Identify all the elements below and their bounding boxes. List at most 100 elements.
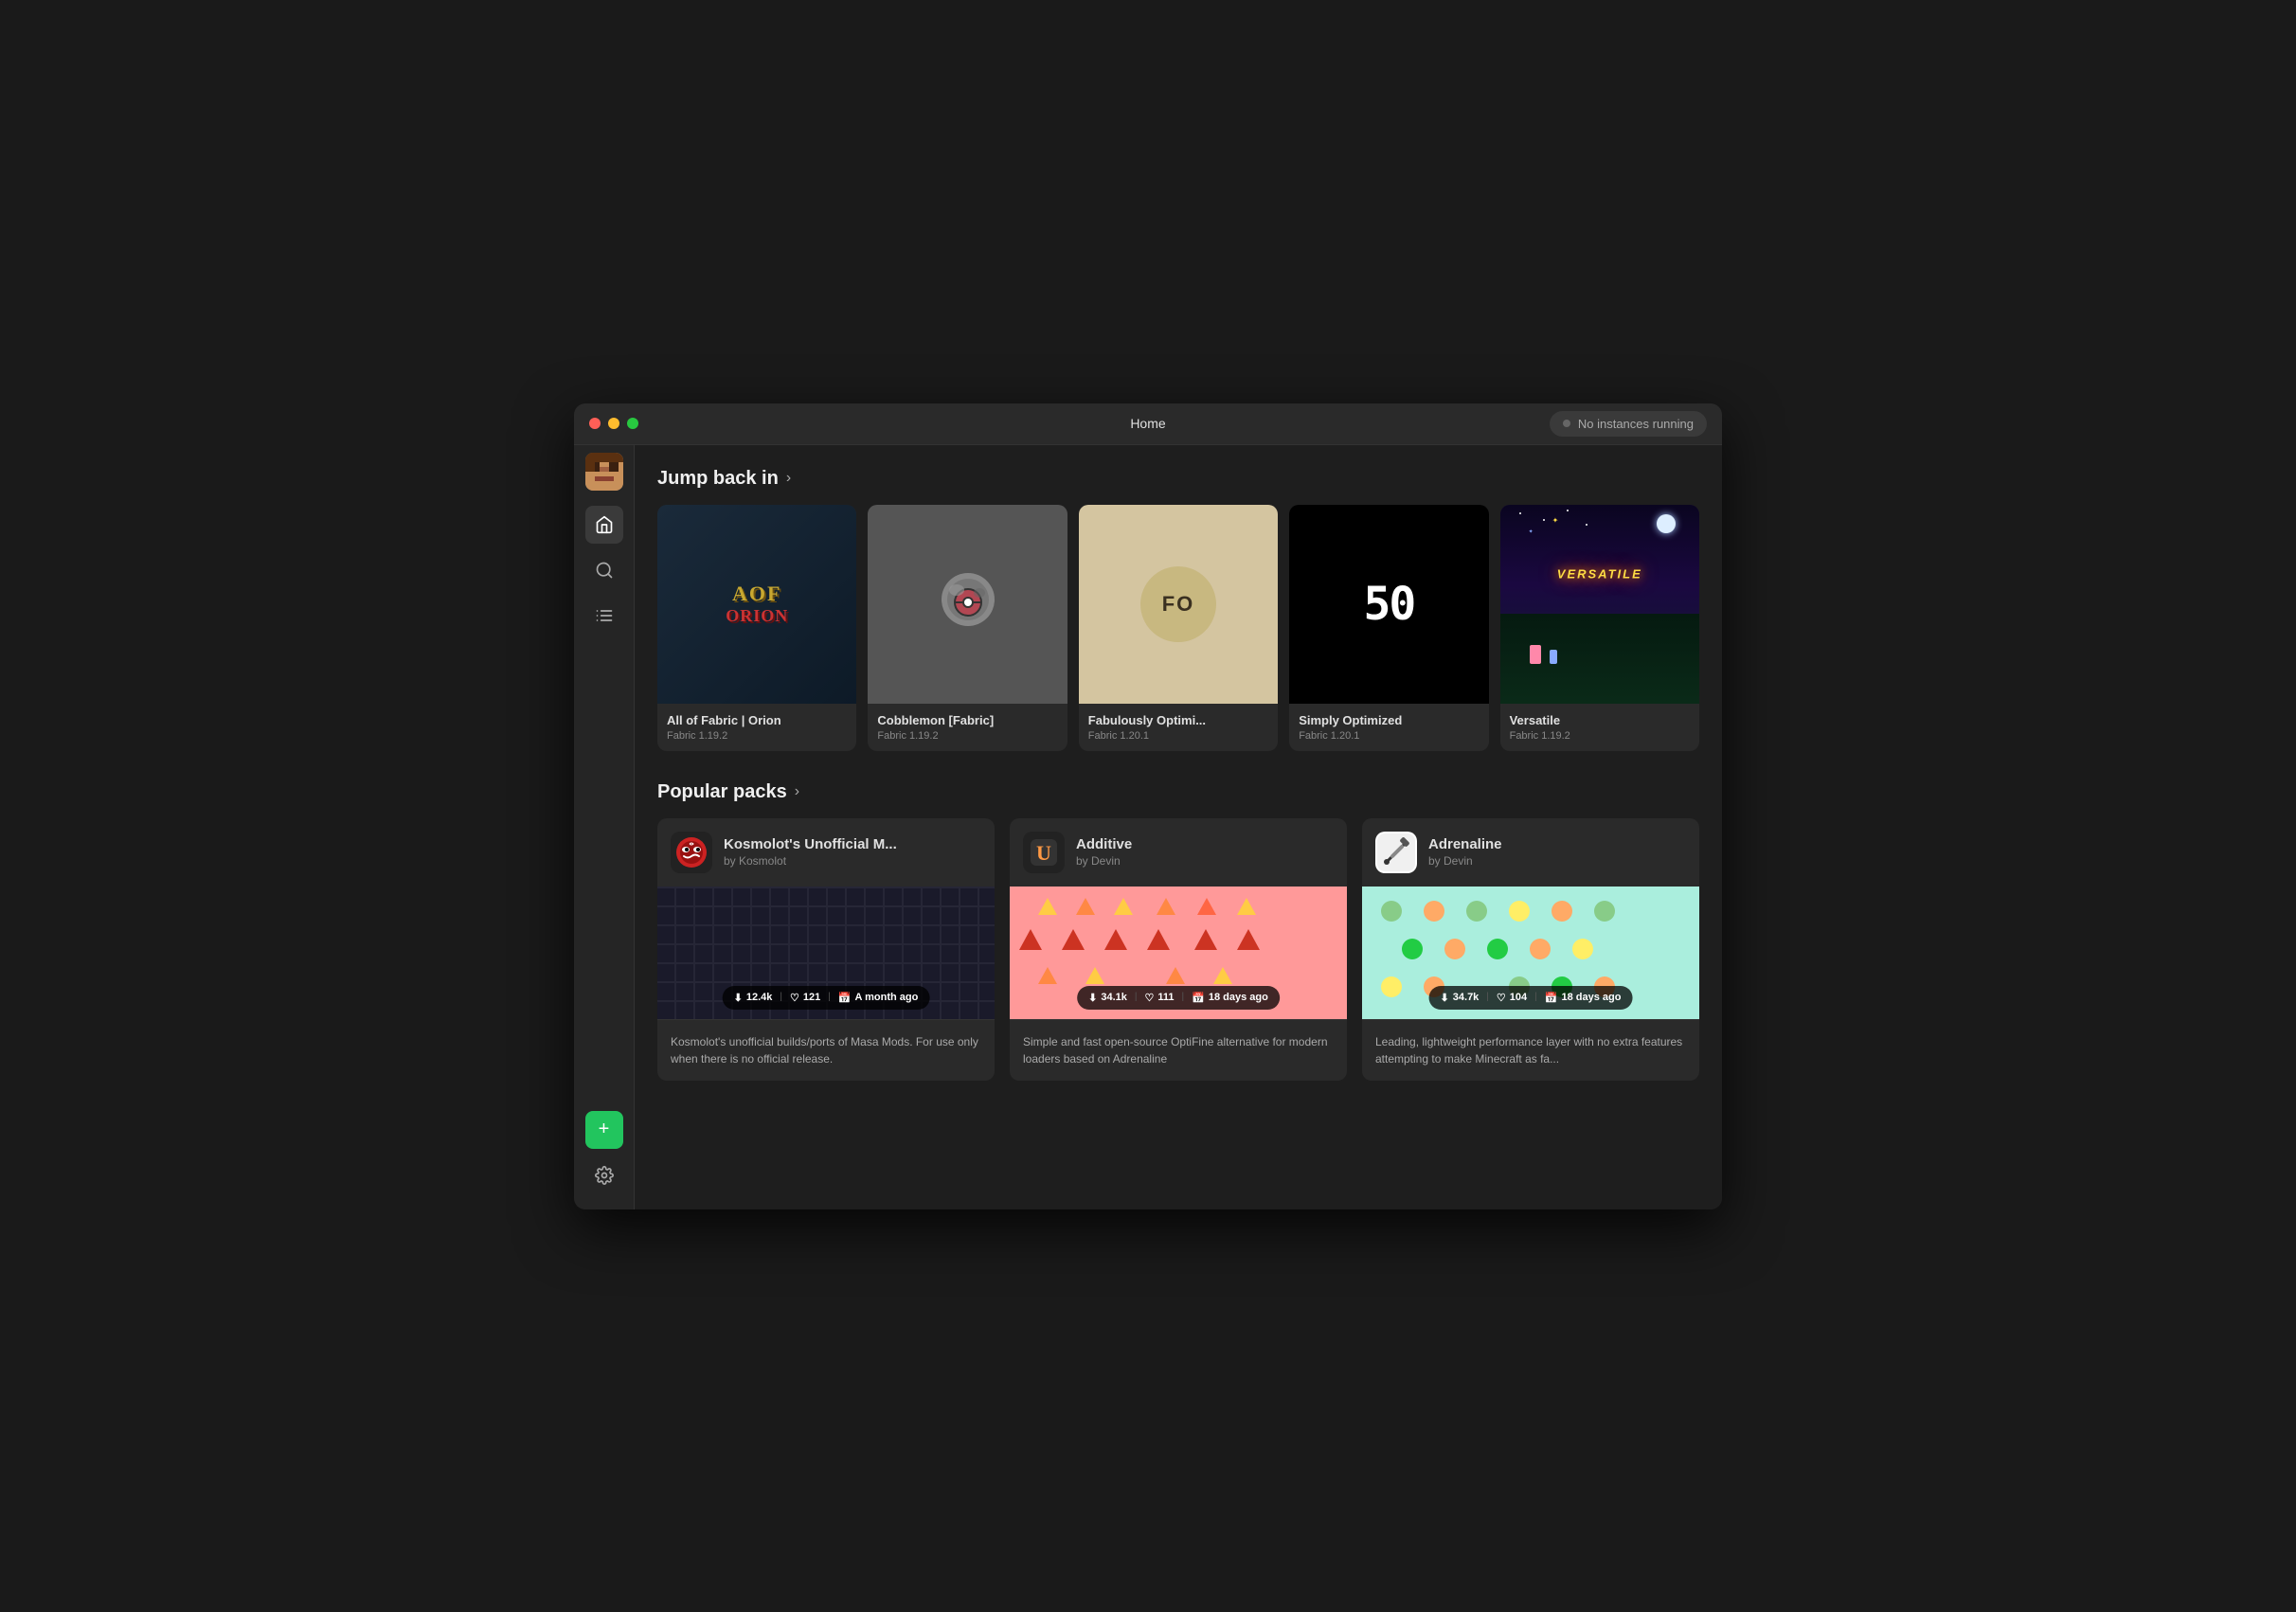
sidebar-nav [585, 506, 623, 1111]
minimize-button[interactable] [608, 418, 619, 429]
instances-dot [1563, 420, 1570, 427]
pack-version-so: Fabric 1.20.1 [1299, 730, 1479, 742]
pack-name-fo: Fabulously Optimi... [1088, 713, 1268, 727]
download-icon: ⬇ [1088, 992, 1097, 1004]
kosmolot-age: 📅 A month ago [838, 992, 919, 1004]
pack-version-fo: Fabric 1.20.1 [1088, 730, 1268, 742]
adrenaline-header: Adrenaline by Devin [1362, 818, 1699, 887]
fo-circle: FO [1140, 566, 1216, 642]
popular-packs-title: Popular packs [657, 781, 787, 803]
pack-card-so[interactable]: 50 Simply Optimized Fabric 1.20.1 [1289, 505, 1488, 751]
sidebar-item-home[interactable] [585, 506, 623, 544]
popular-packs-grid: Kosmolot's Unofficial M... by Kosmolot ⬇… [657, 818, 1699, 1081]
kosmolot-name: Kosmolot's Unofficial M... [724, 836, 897, 852]
aof-text-bot: ORION [726, 606, 788, 626]
pack-thumb-fo: FO [1079, 505, 1278, 704]
kosmolot-header: Kosmolot's Unofficial M... by Kosmolot [657, 818, 995, 887]
jump-back-arrow[interactable]: › [786, 470, 791, 487]
titlebar: Home No instances running [574, 403, 1722, 445]
kosmolot-stats: ⬇ 12.4k | ♡ 121 | 📅 A month ago [723, 986, 930, 1010]
sidebar: + [574, 445, 635, 1209]
kosmolot-author: by Kosmolot [724, 854, 897, 868]
pack-card-cobblemon[interactable]: Cobblemon [Fabric] Fabric 1.19.2 [868, 505, 1067, 751]
sidebar-item-search[interactable] [585, 551, 623, 589]
popular-packs-arrow[interactable]: › [795, 783, 799, 800]
add-button[interactable]: + [585, 1111, 623, 1149]
kosmolot-desc: Kosmolot's unofficial builds/ports of Ma… [657, 1019, 995, 1081]
additive-stats: ⬇ 34.1k | ♡ 111 | 📅 18 days ago [1077, 986, 1280, 1010]
pack-version-aof: Fabric 1.19.2 [667, 730, 847, 742]
additive-thumb: ⬇ 34.1k | ♡ 111 | 📅 18 days ago [1010, 887, 1347, 1019]
kosmolot-info: Kosmolot's Unofficial M... by Kosmolot [724, 836, 897, 868]
svg-text:U: U [1036, 841, 1051, 865]
jump-back-header: Jump back in › [657, 468, 1699, 490]
adrenaline-desc: Leading, lightweight performance layer w… [1362, 1019, 1699, 1081]
main-content: Jump back in › AOF ORION All of Fabric |… [635, 445, 1722, 1209]
kosmolot-likes: ♡ 121 [790, 992, 820, 1004]
adrenaline-likes: ♡ 104 [1497, 992, 1527, 1004]
jump-back-grid: AOF ORION All of Fabric | Orion Fabric 1… [657, 505, 1699, 751]
popular-card-adrenaline[interactable]: Adrenaline by Devin [1362, 818, 1699, 1081]
calendar-icon: 📅 [1192, 992, 1205, 1004]
pack-info-so: Simply Optimized Fabric 1.20.1 [1289, 704, 1488, 751]
maximize-button[interactable] [627, 418, 638, 429]
pack-version-cobblemon: Fabric 1.19.2 [877, 730, 1057, 742]
additive-icon: U [1023, 832, 1065, 873]
additive-age: 📅 18 days ago [1192, 992, 1268, 1004]
pack-info-cobblemon: Cobblemon [Fabric] Fabric 1.19.2 [868, 704, 1067, 751]
additive-name: Additive [1076, 836, 1132, 852]
popular-card-kosmolot[interactable]: Kosmolot's Unofficial M... by Kosmolot ⬇… [657, 818, 995, 1081]
additive-header: U Additive by Devin [1010, 818, 1347, 887]
heart-icon: ♡ [1145, 992, 1155, 1004]
kosmolot-downloads: ⬇ 12.4k [734, 992, 773, 1004]
window-title: Home [1130, 416, 1165, 431]
pack-thumb-so: 50 [1289, 505, 1488, 704]
pack-version-versatile: Fabric 1.19.2 [1510, 730, 1690, 742]
traffic-lights [589, 418, 638, 429]
pack-info-fo: Fabulously Optimi... Fabric 1.20.1 [1079, 704, 1278, 751]
popular-packs-header: Popular packs › [657, 781, 1699, 803]
add-icon: + [599, 1119, 610, 1140]
app-window: Home No instances running [574, 403, 1722, 1209]
adrenaline-stats: ⬇ 34.7k | ♡ 104 | 📅 18 days ago [1429, 986, 1633, 1010]
calendar-icon: 📅 [838, 992, 852, 1004]
additive-likes: ♡ 111 [1145, 992, 1175, 1004]
pack-card-fo[interactable]: FO Fabulously Optimi... Fabric 1.20.1 [1079, 505, 1278, 751]
pack-name-versatile: Versatile [1510, 713, 1690, 727]
close-button[interactable] [589, 418, 601, 429]
pack-thumb-versatile: VERSATILE ✦ ✦ [1500, 505, 1699, 704]
adrenaline-author: by Devin [1428, 854, 1502, 868]
pack-card-aof[interactable]: AOF ORION All of Fabric | Orion Fabric 1… [657, 505, 856, 751]
heart-icon: ♡ [790, 992, 799, 1004]
additive-desc: Simple and fast open-source OptiFine alt… [1010, 1019, 1347, 1081]
pack-thumb-aof: AOF ORION [657, 505, 856, 704]
calendar-icon: 📅 [1545, 992, 1558, 1004]
adrenaline-downloads: ⬇ 34.7k [1441, 992, 1480, 1004]
download-icon: ⬇ [1441, 992, 1449, 1004]
adrenaline-info: Adrenaline by Devin [1428, 836, 1502, 868]
app-body: + Jump back in › [574, 445, 1722, 1209]
heart-icon: ♡ [1497, 992, 1506, 1004]
pack-info-versatile: Versatile Fabric 1.19.2 [1500, 704, 1699, 751]
download-icon: ⬇ [734, 992, 743, 1004]
adrenaline-thumb: ⬇ 34.7k | ♡ 104 | 📅 18 days ago [1362, 887, 1699, 1019]
additive-info: Additive by Devin [1076, 836, 1132, 868]
jump-back-title: Jump back in [657, 468, 779, 490]
aof-text-top: AOF [732, 582, 781, 606]
instances-badge: No instances running [1550, 411, 1707, 437]
avatar[interactable] [585, 453, 623, 491]
pack-thumb-cobblemon [868, 505, 1067, 704]
so-text: 50 [1363, 578, 1414, 631]
adrenaline-name: Adrenaline [1428, 836, 1502, 852]
popular-card-additive[interactable]: U Additive by Devin [1010, 818, 1347, 1081]
sidebar-bottom: + [585, 1111, 623, 1202]
titlebar-right: No instances running [1550, 411, 1707, 437]
additive-author: by Devin [1076, 854, 1132, 868]
settings-button[interactable] [585, 1156, 623, 1194]
sidebar-item-library[interactable] [585, 597, 623, 635]
additive-downloads: ⬇ 34.1k [1088, 992, 1127, 1004]
pack-card-versatile[interactable]: VERSATILE ✦ ✦ Versati [1500, 505, 1699, 751]
kosmolot-thumb: ⬇ 12.4k | ♡ 121 | 📅 A month ago [657, 887, 995, 1019]
adrenaline-icon [1375, 832, 1417, 873]
kosmolot-icon [671, 832, 712, 873]
